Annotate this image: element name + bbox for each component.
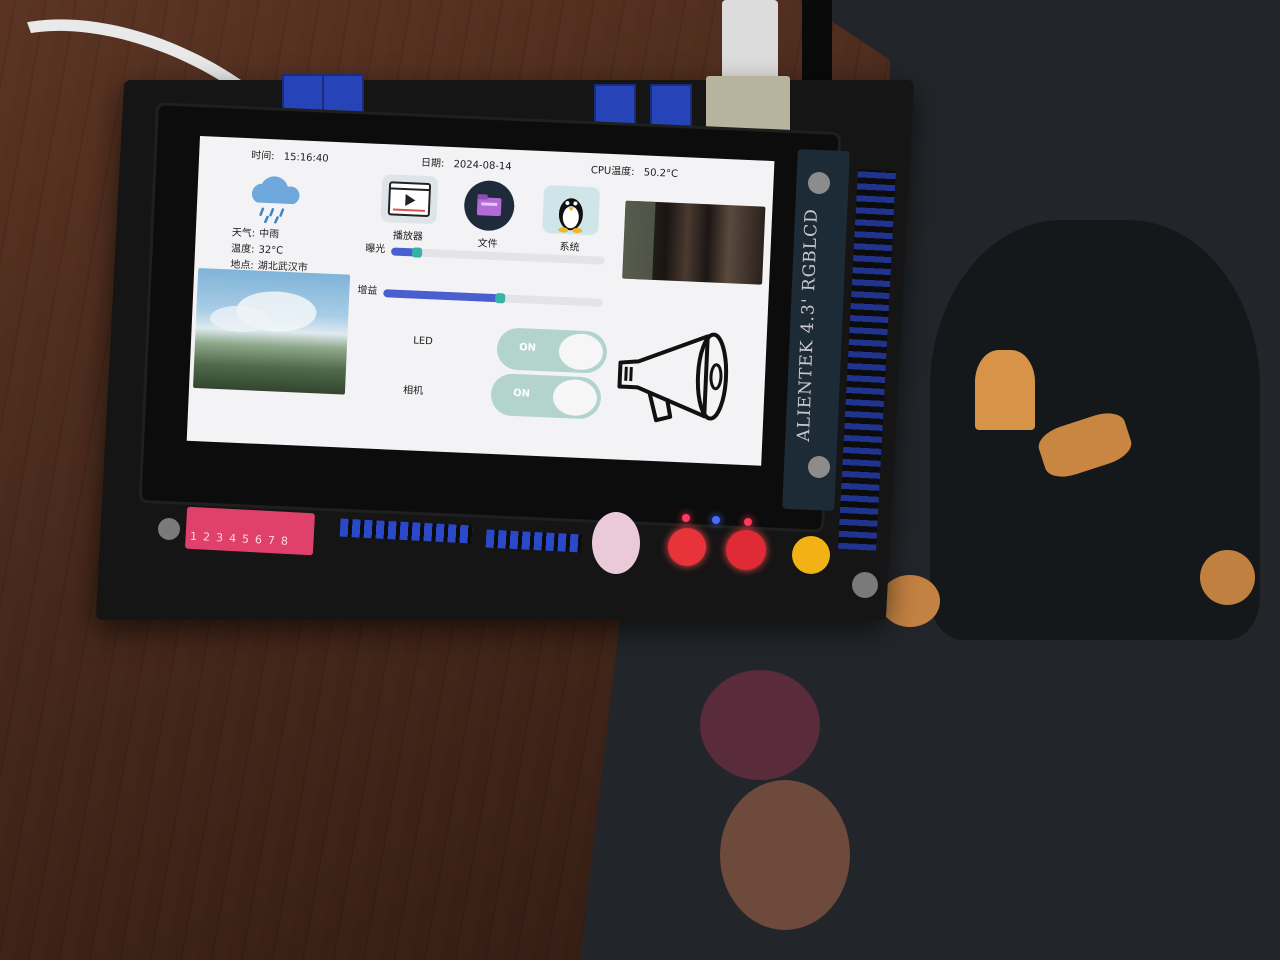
camera-preview (622, 200, 766, 285)
time-label: 时间: (250, 150, 275, 163)
weather-condition-value: 中雨 (258, 228, 280, 241)
camera-switch-label: 相机 (402, 385, 424, 397)
gain-slider[interactable] (383, 289, 604, 307)
led-switch-label: LED (413, 335, 434, 348)
mat-print-window (975, 350, 1035, 430)
screw-terminal (594, 84, 636, 128)
rain-cloud-icon (251, 176, 300, 224)
date-value: 2024-08-14 (453, 159, 512, 173)
screw (808, 456, 830, 478)
led-toggle-knob (558, 332, 604, 371)
camera-preview-shade (622, 200, 656, 280)
ethernet-cable (722, 0, 778, 80)
gain-slider-knob[interactable] (494, 293, 506, 304)
camera-toggle[interactable]: ON (490, 372, 602, 420)
app-video-player[interactable]: 播放器 (374, 173, 445, 244)
mat-print-character-hat (700, 670, 820, 780)
exposure-slider-knob[interactable] (411, 247, 423, 258)
video-player-icon (380, 173, 439, 225)
weather-temperature: 温度: 32°C (231, 239, 284, 256)
cpu-temp-display: CPU温度: 50.2°C (591, 161, 679, 180)
weather-condition: 天气: 中雨 (232, 223, 280, 240)
buzzer (592, 512, 640, 574)
mat-print-character (720, 780, 850, 930)
megaphone-icon[interactable] (608, 314, 753, 430)
app-files[interactable]: 文件 (453, 179, 524, 251)
reset-button[interactable] (668, 528, 706, 566)
date-label: 日期: (420, 157, 445, 170)
app-label: 系统 (559, 241, 580, 254)
screw-terminal (650, 84, 692, 128)
mat-print-window (880, 575, 940, 627)
exposure-label: 曝光 (364, 243, 386, 256)
key0-button[interactable] (792, 536, 830, 574)
gain-label: 增益 (357, 285, 378, 297)
cpu-value: 50.2°C (643, 167, 679, 180)
camera-toggle-knob (552, 378, 598, 417)
landscape-image (193, 268, 351, 395)
status-led (712, 516, 720, 524)
folder-icon (463, 179, 516, 232)
cpu-label: CPU温度: (590, 165, 635, 178)
time-value: 15:16:40 (283, 151, 329, 165)
screw (158, 518, 180, 540)
linux-penguin-icon (542, 185, 601, 236)
mat-print-window (1200, 550, 1255, 605)
screw-terminal (322, 74, 364, 118)
app-system[interactable]: 系统 (535, 185, 606, 255)
lcd-screen: 时间: 15:16:40 日期: 2024-08-14 CPU温度: 50.2°… (186, 136, 775, 466)
gain-slider-fill (383, 289, 500, 303)
screw (808, 172, 830, 194)
led-toggle[interactable]: ON (496, 327, 608, 374)
screw (852, 572, 878, 598)
status-led (682, 514, 690, 522)
led-toggle-state: ON (518, 342, 537, 354)
time-display: 时间: 15:16:40 (251, 146, 329, 164)
app-label: 文件 (477, 238, 498, 251)
status-led (744, 518, 752, 526)
camera-toggle-state: ON (512, 387, 531, 400)
weather-temp-label: 温度: (230, 243, 255, 256)
weather-temp-value: 32°C (258, 244, 284, 257)
date-display: 日期: 2024-08-14 (421, 154, 512, 173)
key1-button[interactable] (726, 530, 766, 570)
weather-condition-label: 天气: (231, 227, 256, 240)
